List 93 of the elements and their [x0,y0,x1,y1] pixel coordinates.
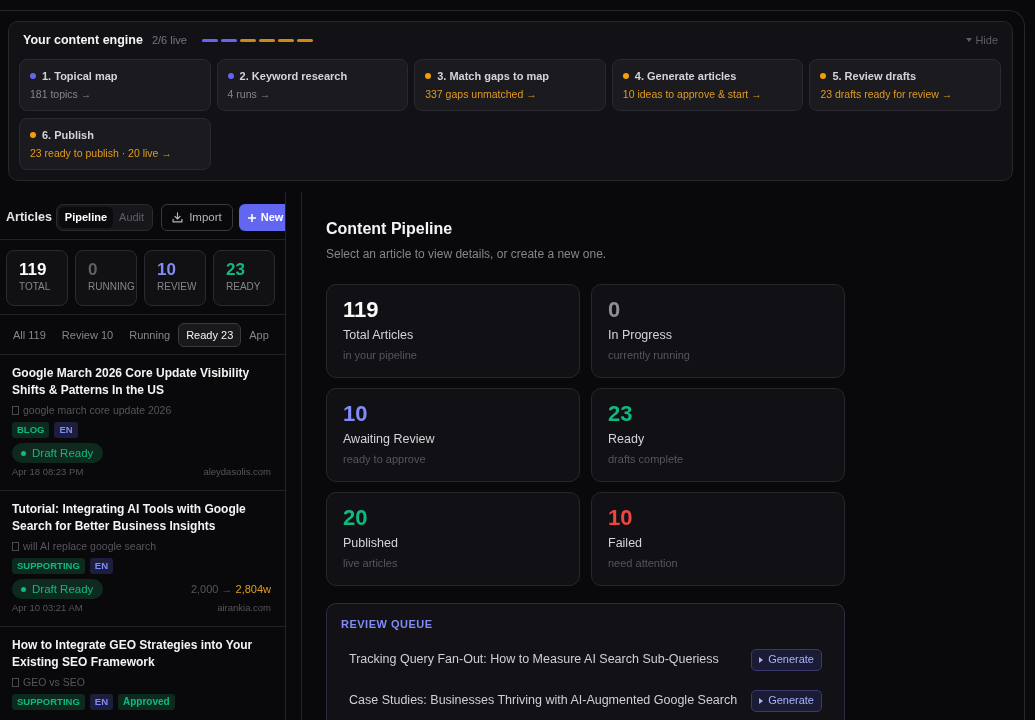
play-icon [759,697,764,704]
category-tag: SUPPORTING [12,694,85,710]
caret-down-icon [966,38,973,42]
stat-value: 23 [608,401,634,427]
article-title[interactable]: Google March 2026 Core Update Visibility Shifts & Patterns In the US [12,365,271,399]
plus-icon [247,213,256,222]
step-title: 5. Review drafts [832,69,917,83]
stat-caption: in your pipeline [343,348,418,362]
category-tag: BLOG [12,422,50,438]
article-title[interactable]: How to Integrate GEO Strategies into Your Existing SEO Framework [12,637,271,671]
article-domain: aleydasolis.com [203,466,271,478]
square-icon [12,405,19,415]
step-detail: 10 ideas to approve & start → [622,87,763,101]
stat-caption: currently running [608,348,691,362]
step-card[interactable]: 1. Topical map 181 topics → [19,59,211,111]
stat-label: READY [226,280,262,294]
step-title: 1. Topical map [42,69,118,83]
generate-button[interactable]: Generate [751,689,822,712]
stat-value: 10 [157,260,177,280]
stat-value: 119 [343,297,380,323]
keyword-text: GEO vs SEO [23,675,85,689]
step-card[interactable]: 2. Keyword research 4 runs → [216,59,409,111]
section-title: REVIEW QUEUE [341,617,434,631]
play-icon [759,656,764,663]
square-icon [12,541,19,551]
panel-title: Articles [6,209,52,227]
stat-value: 10 [343,401,369,427]
filter-tab[interactable]: Ready 23 [178,323,242,347]
stat-caption: drafts complete [608,452,685,466]
language-tag: EN [89,558,113,574]
stat-caption: need attention [608,556,679,570]
queue-item-title: Case Studies: Businesses Thriving with AI-Augmented Google Search [349,692,738,710]
step-detail: 181 topics → [30,87,93,101]
step-detail: 23 drafts ready for review → [820,87,954,101]
stat-value: 0 [608,297,622,323]
word-count-target: 2,000 → [190,581,233,597]
stat-value: 119 [19,260,48,280]
step-detail: 337 gaps unmatched → [425,87,538,101]
queue-item-title: Tracking Query Fan-Out: How to Measure AI Search Sub-Queriess [349,651,719,669]
stat-value: 23 [226,260,246,280]
article-date: Apr 18 08:23 PM [12,466,84,478]
download-icon [172,212,184,223]
filter-tab[interactable]: Running [121,323,179,347]
generate-button[interactable]: Generate [751,648,822,671]
keyword-text: will AI replace google search [23,539,157,553]
status-dot-icon [21,586,26,592]
panel-title: Your content engine [23,32,143,49]
stat-caption: ready to approve [343,452,427,466]
new-button[interactable]: New [238,204,285,231]
step-title: 3. Match gaps to map [437,69,550,83]
page-title: Content Pipeline [326,219,454,239]
step-detail: 4 runs → [227,87,272,101]
stat-caption: live articles [343,556,399,570]
approval-tag: Approved [118,694,175,710]
stat-value: 0 [88,260,99,280]
stat-label: Ready [608,431,646,447]
language-tag: EN [89,694,113,710]
stat-label: Total Articles [343,327,415,343]
import-button[interactable]: Import [161,204,233,231]
stat-label: Failed [608,535,644,551]
stat-label: In Progress [608,327,673,343]
word-count-actual: 2,804w [235,581,271,597]
view-toggle-option[interactable]: Pipeline [58,207,114,228]
step-title: 2. Keyword research [239,69,348,83]
keyword-text: google march core update 2026 [23,403,172,417]
filter-tab[interactable]: Review 10 [53,323,122,347]
step-card[interactable]: 3. Match gaps to map 337 gaps unmatched → [414,59,606,111]
article-domain: airankia.com [217,602,271,614]
language-tag: EN [54,422,78,438]
stat-label: Published [343,535,399,551]
step-card[interactable]: 4. Generate articles 10 ideas to approve & start → [611,59,804,111]
article-title[interactable]: Tutorial: Integrating AI Tools with Google Search for Better Business Insights [12,501,271,535]
filter-tab[interactable]: All 119 [5,323,54,347]
live-count: 2/6 live [151,33,187,48]
step-title: 4. Generate articles [634,69,737,83]
stat-value: 20 [343,505,369,531]
square-icon [12,677,19,687]
step-card[interactable]: 6. Publish 23 ready to publish · 20 live → [19,118,211,170]
stat-label: RUNNING [88,280,136,294]
status-label: Draft Ready [32,582,94,596]
stat-label: Awaiting Review [343,431,436,447]
step-card[interactable]: 5. Review drafts 23 drafts ready for review → [809,59,1001,111]
category-tag: SUPPORTING [12,558,85,574]
filter-tab[interactable]: App [241,323,277,347]
stat-value: 10 [608,505,634,531]
stat-label: TOTAL [19,280,52,294]
status-dot-icon [21,450,26,456]
step-title: 6. Publish [42,128,94,142]
page-subtitle: Select an article to view details, or create a new one. [326,246,608,262]
step-detail: 23 ready to publish · 20 live → [30,146,173,160]
stat-label: REVIEW [157,280,198,294]
status-label: Draft Ready [32,446,94,460]
article-date: Apr 10 03:21 AM [12,602,83,614]
